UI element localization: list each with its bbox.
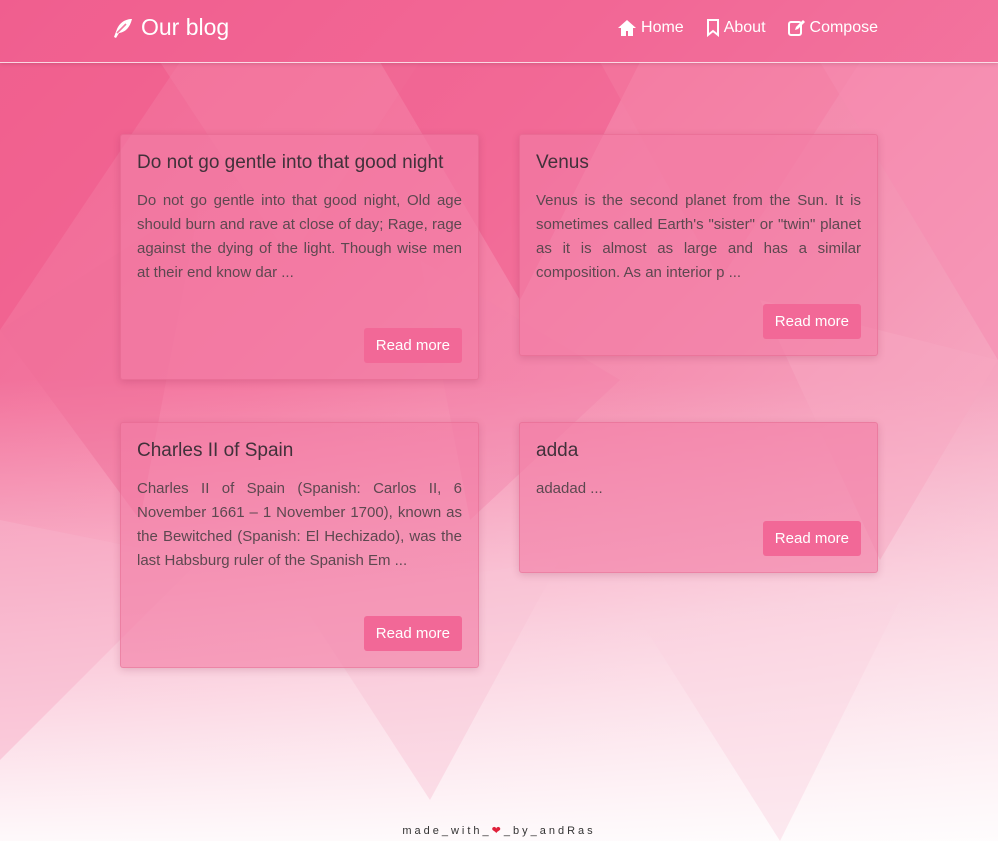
post-title: Charles II of Spain (137, 440, 294, 461)
read-more-button[interactable]: Read more (363, 328, 462, 363)
post-excerpt: adadad ... (536, 480, 603, 497)
post-card: Venus Venus is the second planet from th… (519, 134, 878, 356)
post-card: Charles II of Spain Charles II of Spain … (120, 422, 479, 668)
post-excerpt: Venus is the second planet from the Sun.… (536, 192, 861, 281)
footer-text-after: _by_andRas (503, 825, 596, 837)
brand-title: Our blog (141, 14, 230, 40)
brand-link[interactable]: Our blog (111, 14, 229, 41)
top-navbar: Our blog Home About Compose (0, 0, 998, 63)
nav-about-label: About (723, 19, 766, 36)
footer-credit: made_with_❤_by_andRas (0, 824, 998, 837)
bookmark-icon (706, 19, 719, 37)
post-card: Do not go gentle into that good night Do… (120, 134, 479, 380)
post-card: adda adadad ... Read more (519, 422, 878, 573)
nav-about[interactable]: About (706, 19, 766, 37)
nav-compose[interactable]: Compose (787, 19, 878, 37)
footer-text-before: made_with_ (402, 825, 492, 837)
post-title: Venus (536, 152, 589, 173)
read-more-button[interactable]: Read more (762, 521, 861, 556)
post-title: Do not go gentle into that good night (137, 152, 444, 173)
post-excerpt: Charles II of Spain (Spanish: Carlos II,… (137, 480, 462, 569)
read-more-button[interactable]: Read more (363, 616, 462, 651)
post-title: adda (536, 440, 579, 461)
nav-links: Home About Compose (617, 19, 878, 37)
background-pattern (0, 62, 998, 841)
post-excerpt: Do not go gentle into that good night, O… (137, 192, 462, 281)
nav-home-label: Home (641, 19, 684, 36)
home-icon (618, 20, 637, 36)
heart-icon: ❤ (491, 825, 504, 837)
read-more-button[interactable]: Read more (762, 304, 861, 339)
nav-compose-label: Compose (809, 19, 878, 36)
compose-icon (787, 20, 805, 36)
nav-home[interactable]: Home (617, 19, 684, 37)
feather-pen-icon (114, 18, 132, 38)
